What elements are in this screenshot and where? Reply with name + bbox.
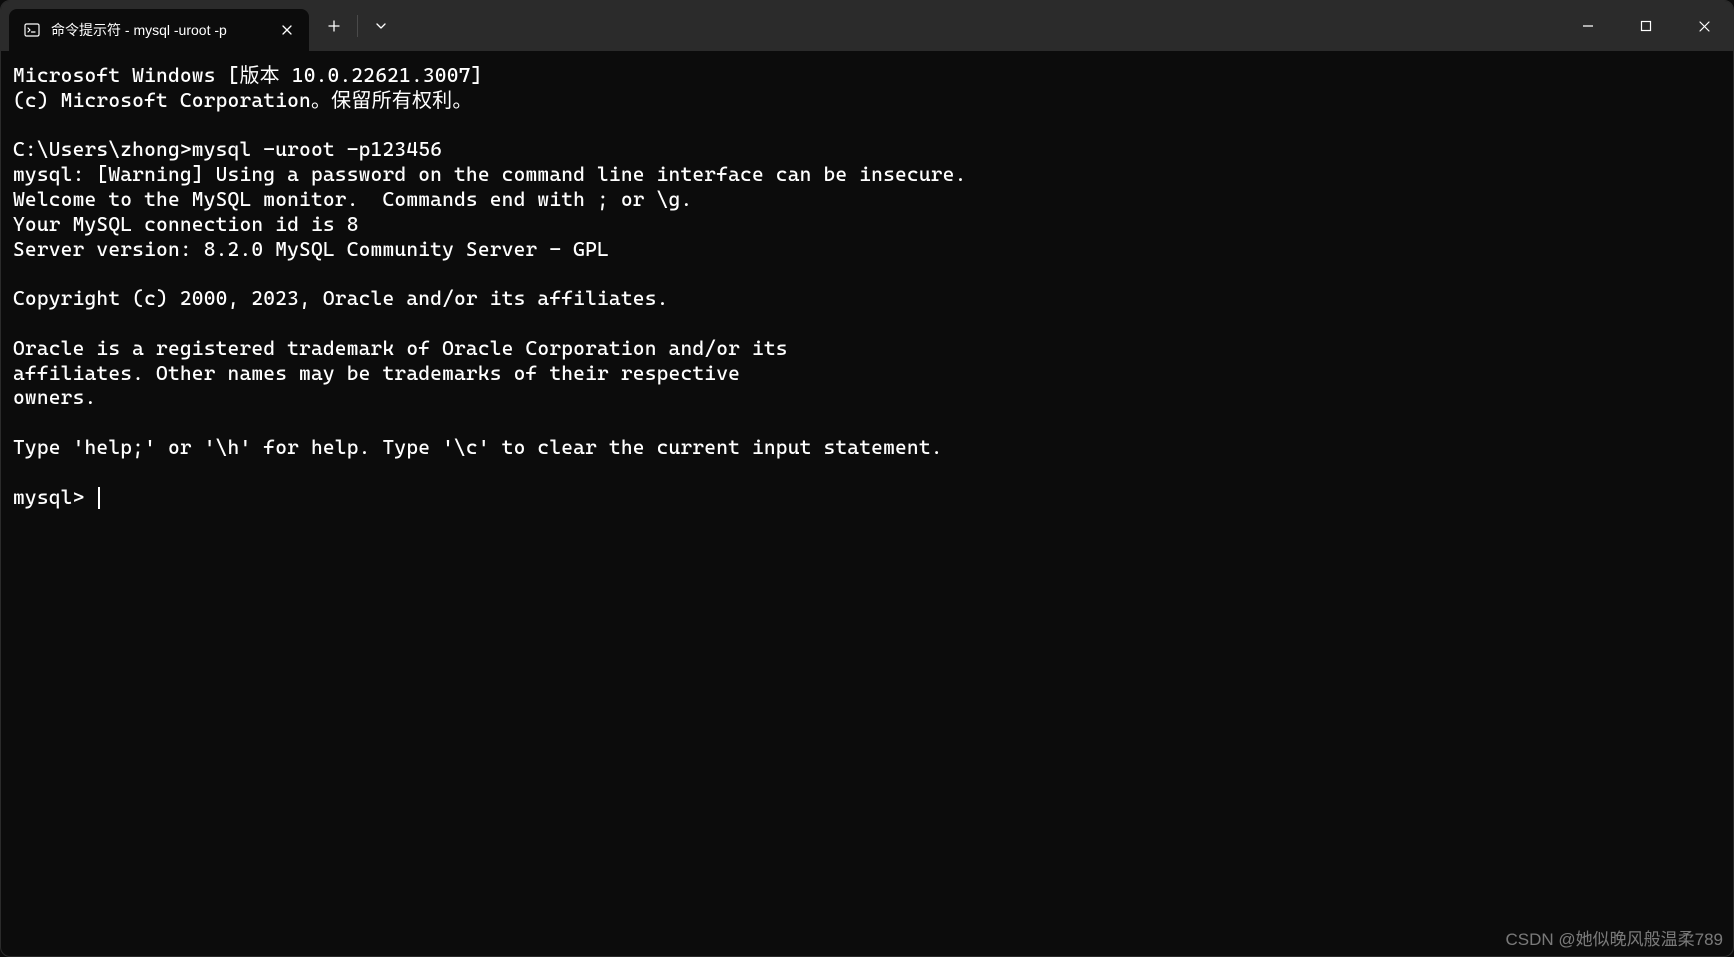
terminal-line: Type 'help;' or '\h' for help. Type '\c'… xyxy=(13,435,943,459)
tab-actions xyxy=(309,1,406,51)
maximize-button[interactable] xyxy=(1617,1,1675,51)
terminal-line: (c) Microsoft Corporation。保留所有权利。 xyxy=(13,88,473,112)
titlebar: 命令提示符 - mysql -uroot -p xyxy=(1,1,1733,51)
titlebar-drag-area[interactable] xyxy=(406,1,1559,51)
terminal-line: Microsoft Windows [版本 10.0.22621.3007] xyxy=(13,63,482,87)
terminal-window: 命令提示符 - mysql -uroot -p xyxy=(0,0,1734,957)
new-tab-button[interactable] xyxy=(315,10,353,42)
tab-dropdown-button[interactable] xyxy=(362,10,400,42)
tab-title: 命令提示符 - mysql -uroot -p xyxy=(51,20,267,40)
terminal-prompt: mysql> xyxy=(13,485,96,509)
terminal-line: mysql: [Warning] Using a password on the… xyxy=(13,162,967,186)
terminal-line: Server version: 8.2.0 MySQL Community Se… xyxy=(13,237,609,261)
close-window-button[interactable] xyxy=(1675,1,1733,51)
watermark: CSDN @她似晚风般温柔789 xyxy=(1505,925,1723,950)
terminal-line: Copyright (c) 2000, 2023, Oracle and/or … xyxy=(13,286,669,310)
terminal-line: Your MySQL connection id is 8 xyxy=(13,212,359,236)
minimize-button[interactable] xyxy=(1559,1,1617,51)
terminal-icon xyxy=(23,21,41,39)
tab-active[interactable]: 命令提示符 - mysql -uroot -p xyxy=(9,9,309,51)
terminal-output[interactable]: Microsoft Windows [版本 10.0.22621.3007] (… xyxy=(1,51,1733,521)
terminal-line: C:\Users\zhong>mysql -uroot -p123456 xyxy=(13,137,442,161)
cursor xyxy=(98,487,100,509)
divider xyxy=(357,15,358,37)
terminal-line: Welcome to the MySQL monitor. Commands e… xyxy=(13,187,692,211)
tabs-area: 命令提示符 - mysql -uroot -p xyxy=(1,1,309,51)
tab-close-button[interactable] xyxy=(277,20,297,40)
terminal-line: affiliates. Other names may be trademark… xyxy=(13,361,740,385)
window-controls xyxy=(1559,1,1733,51)
terminal-line: owners. xyxy=(13,385,96,409)
terminal-line: Oracle is a registered trademark of Orac… xyxy=(13,336,788,360)
